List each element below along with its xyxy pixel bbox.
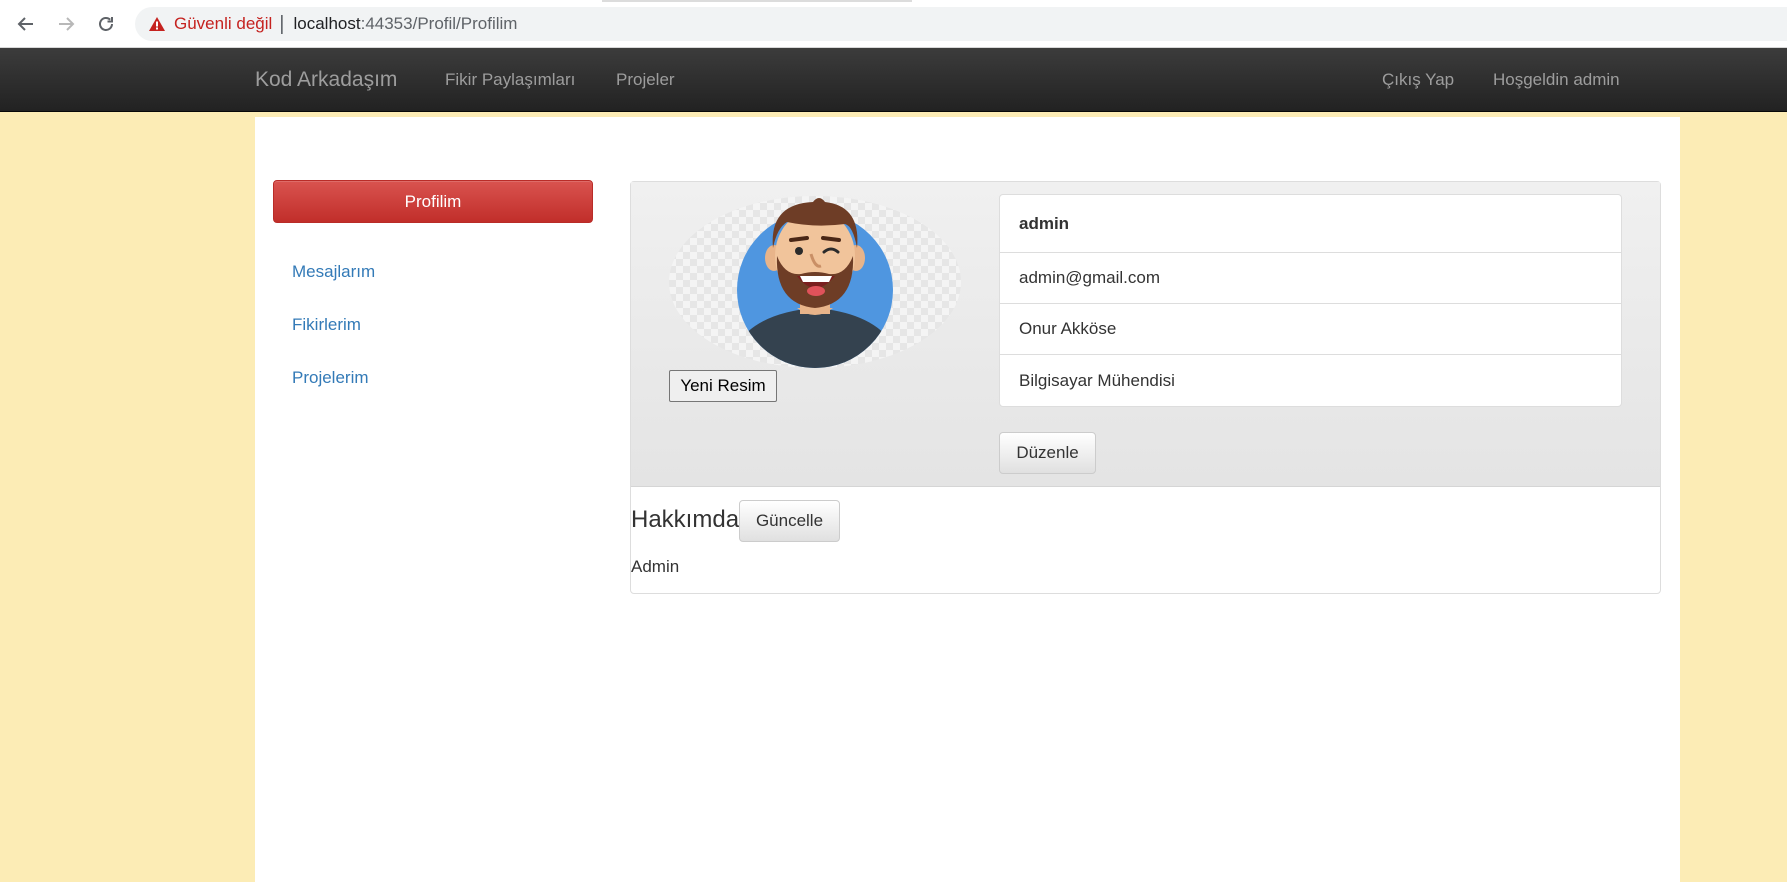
address-separator: |	[279, 12, 285, 35]
profile-header: Yeni Resim admin admin@gmail.com Onur Ak…	[631, 182, 1660, 487]
email-item: admin@gmail.com	[1000, 253, 1621, 304]
nav-link-welcome[interactable]: Hoşgeldin admin	[1493, 48, 1620, 112]
back-icon[interactable]	[12, 10, 40, 38]
url-path: :44353/Profil/Profilim	[360, 14, 518, 33]
update-button[interactable]: Güncelle	[739, 500, 840, 542]
new-image-button[interactable]: Yeni Resim	[669, 370, 777, 402]
profile-panel: Yeni Resim admin admin@gmail.com Onur Ak…	[630, 181, 1661, 594]
navbar-brand[interactable]: Kod Arkadaşım	[255, 48, 397, 112]
about-text: Admin	[631, 557, 680, 576]
username-item: admin	[1000, 195, 1621, 253]
url-host: localhost	[293, 14, 361, 33]
job-title-item: Bilgisayar Mühendisi	[1019, 370, 1175, 390]
full-name-item: Onur Akköse	[1000, 304, 1621, 355]
reload-icon[interactable]	[92, 10, 120, 38]
nav-link-logout[interactable]: Çıkış Yap	[1382, 48, 1454, 112]
site-navbar: Kod Arkadaşım Fikir Paylaşımları Projele…	[0, 48, 1787, 112]
browser-toolbar: Güvenli değil | localhost:44353/Profil/P…	[0, 0, 1787, 48]
security-label[interactable]: Güvenli değil	[174, 14, 272, 34]
forward-icon[interactable]	[52, 10, 80, 38]
main-container: Profilim Mesajlarım Fikirlerim Projeleri…	[255, 117, 1680, 882]
nav-link-projects[interactable]: Projeler	[616, 48, 675, 112]
sidebar-item-projects[interactable]: Projelerim	[292, 368, 369, 388]
sidebar-item-ideas[interactable]: Fikirlerim	[292, 315, 361, 335]
profile-button[interactable]: Profilim	[273, 180, 593, 223]
profile-info-list: admin admin@gmail.com Onur Akköse Bilgis…	[999, 194, 1622, 407]
about-heading: Hakkımda	[631, 506, 740, 533]
sidebar-item-messages[interactable]: Mesajlarım	[292, 262, 375, 282]
warning-icon	[148, 15, 166, 33]
avatar	[669, 196, 961, 368]
nav-link-ideas[interactable]: Fikir Paylaşımları	[445, 48, 575, 112]
edit-button[interactable]: Düzenle	[999, 432, 1096, 474]
address-bar[interactable]: Güvenli değil | localhost:44353/Profil/P…	[135, 7, 1787, 41]
tabstrip-edge	[602, 0, 912, 2]
